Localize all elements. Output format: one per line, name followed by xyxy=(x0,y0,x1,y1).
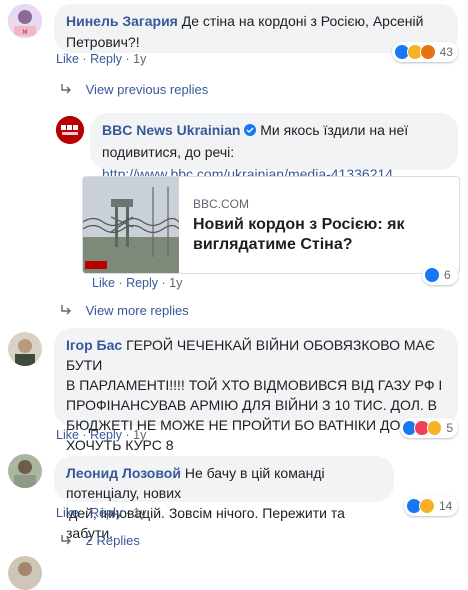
comment-author[interactable]: Нинель Загария xyxy=(66,13,178,29)
comment-text: ПРОФІНАНСУВАВ АРМІЮ ДЛЯ ВІЙНИ З 10 ТИС. … xyxy=(66,397,438,413)
view-previous-replies[interactable]: View previous replies xyxy=(60,82,208,97)
view-previous-label[interactable]: View previous replies xyxy=(86,82,209,97)
like-link[interactable]: Like xyxy=(92,276,115,290)
comment-author[interactable]: Леонид Лозовой xyxy=(66,465,181,481)
view-more-replies[interactable]: View more replies xyxy=(60,303,189,318)
reply-actions: Like · Reply · 1y xyxy=(92,276,182,290)
link-preview-card[interactable]: BBC.COM Новий кордон з Росією: як вигляд… xyxy=(82,176,460,274)
separator: · xyxy=(82,428,91,442)
reply-link[interactable]: Reply xyxy=(126,276,158,290)
haha-reaction-icon xyxy=(426,420,443,436)
reply-text: подивитися, до речі: xyxy=(102,144,235,160)
view-more-label[interactable]: View more replies xyxy=(86,303,189,318)
two-replies-label[interactable]: 2 Replies xyxy=(86,533,140,548)
reply-arrow-icon xyxy=(60,533,74,548)
reply-arrow-icon xyxy=(60,303,74,318)
reaction-count: 5 xyxy=(446,421,453,435)
separator: · xyxy=(125,506,134,520)
timestamp[interactable]: 1y xyxy=(133,506,146,520)
separator: · xyxy=(118,276,127,290)
reply-bubble: BBC News Ukrainian Ми якось їздили на не… xyxy=(90,113,458,182)
comment-text: ГЕРОЙ ЧЕЧЕНКАЙ ВІЙНИ ОБОВЯЗКОВО МАЄ БУТИ xyxy=(66,337,435,373)
link-preview-title-line: Новий кордон з Росією: як xyxy=(193,216,405,233)
link-preview-title: Новий кордон з Росією: як виглядатиме Ст… xyxy=(193,215,404,255)
reply-text: Ми якось їздили на неї xyxy=(260,122,409,138)
avatar[interactable] xyxy=(8,332,42,366)
reply-author[interactable]: BBC News Ukrainian xyxy=(102,122,240,138)
reaction-summary[interactable]: 14 xyxy=(404,496,458,516)
comment-text: В ПАРЛАМЕНТІ!!!! ТОЙ ХТО ВІДМОВИВСЯ ВІД … xyxy=(66,377,443,393)
comment-bubble: Ігор Бас ГЕРОЙ ЧЕЧЕНКАЙ ВІЙНИ ОБОВЯЗКОВО… xyxy=(54,328,458,453)
comment-text: Петрович?! xyxy=(66,34,140,50)
comment-actions: Like · Reply · 1y xyxy=(56,52,146,66)
reaction-count: 6 xyxy=(444,268,451,282)
timestamp[interactable]: 1y xyxy=(133,52,146,66)
like-reaction-icon xyxy=(424,267,440,283)
reply-link[interactable]: Reply xyxy=(90,428,122,442)
svg-text:M: M xyxy=(22,29,27,36)
link-preview-domain: BBC.COM xyxy=(193,197,250,211)
comment-bubble: Леонид Лозовой Не бачу в цій команді пот… xyxy=(54,456,394,541)
reaction-summary[interactable]: 6 xyxy=(422,265,458,285)
like-link[interactable]: Like xyxy=(56,428,79,442)
avatar[interactable]: M xyxy=(8,4,42,38)
haha-reaction-icon xyxy=(419,498,435,514)
reply-link[interactable]: Reply xyxy=(90,506,122,520)
reaction-count: 14 xyxy=(439,499,453,513)
reaction-summary[interactable]: 43 xyxy=(392,42,458,62)
angry-reaction-icon xyxy=(419,44,436,60)
avatar[interactable] xyxy=(8,454,42,488)
like-link[interactable]: Like xyxy=(56,52,79,66)
comment-author[interactable]: Ігор Бас xyxy=(66,337,122,353)
verified-badge-icon xyxy=(244,124,257,136)
comment-actions: Like · Reply · 1y xyxy=(56,428,146,442)
separator: · xyxy=(161,276,170,290)
reply-link[interactable]: Reply xyxy=(90,52,122,66)
avatar[interactable] xyxy=(8,556,42,590)
reaction-summary[interactable]: 5 xyxy=(400,418,458,438)
two-replies-link[interactable]: 2 Replies xyxy=(60,533,140,548)
link-preview-image xyxy=(83,177,179,273)
comment-text: Де стіна на кордоні з Росією, Арсеній xyxy=(181,13,424,29)
separator: · xyxy=(82,506,91,520)
timestamp[interactable]: 1y xyxy=(133,428,146,442)
bbc-avatar[interactable] xyxy=(56,116,84,144)
reply-arrow-icon xyxy=(60,82,74,97)
comment-actions: Like · Reply · 1y xyxy=(56,506,146,520)
link-preview-title-line: виглядатиме Стіна? xyxy=(193,236,353,253)
like-link[interactable]: Like xyxy=(56,506,79,520)
reaction-count: 43 xyxy=(439,45,453,59)
timestamp[interactable]: 1y xyxy=(169,276,182,290)
separator: · xyxy=(125,52,134,66)
separator: · xyxy=(125,428,134,442)
separator: · xyxy=(82,52,91,66)
